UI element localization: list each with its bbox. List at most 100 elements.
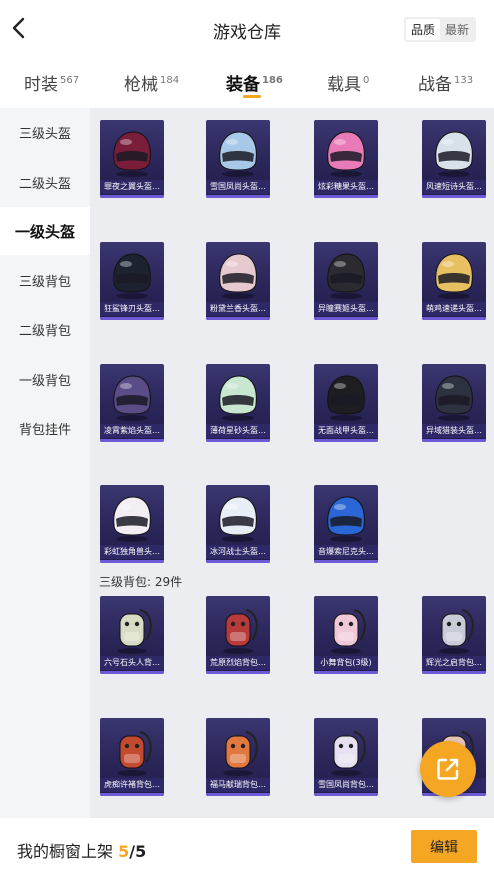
sort-quality-button[interactable]: 品质 bbox=[406, 19, 440, 40]
rarity-bar bbox=[422, 439, 486, 442]
rarity-bar bbox=[314, 560, 378, 563]
item-grid: 三级背包: 29件 罪夜之翼头盔… 雪国凤尚头盔… 炫彩糖果头盔… 风速短诗头盔… 狂鲨… bbox=[90, 108, 494, 818]
item-name: 狂鲨锋刃头盔… bbox=[100, 302, 164, 316]
helmet-item-card[interactable]: 风速短诗头盔… bbox=[422, 120, 486, 198]
tab-label: 枪械 bbox=[124, 75, 158, 95]
item-name: 彩虹独角兽头… bbox=[100, 545, 164, 559]
rarity-bar bbox=[100, 439, 164, 442]
helmet-image bbox=[327, 375, 365, 421]
backpack-item-card[interactable]: 六号石头人背… bbox=[100, 596, 164, 674]
helmet-item-card[interactable]: 无面战甲头盔… bbox=[314, 364, 378, 442]
helmet-item-card[interactable]: 萌鸡速递头盔… bbox=[422, 242, 486, 320]
tab-fashion[interactable]: 时装 567 bbox=[24, 70, 79, 95]
header-bar: 游戏仓库 品质 最新 bbox=[0, 0, 494, 58]
helmet-image bbox=[219, 253, 257, 299]
item-name: 炫彩糖果头盔… bbox=[314, 180, 378, 194]
backpack-item-card[interactable]: 荒原烈焰背包… bbox=[206, 596, 270, 674]
item-name: 薄荷星砂头盔… bbox=[206, 424, 270, 438]
item-name: 异域猎装头盔… bbox=[422, 424, 486, 438]
tab-equipment[interactable]: 装备 186 bbox=[226, 70, 283, 95]
showcase-max-count: 5 bbox=[135, 842, 147, 861]
item-name: 六号石头人背… bbox=[100, 656, 164, 670]
edit-button[interactable]: 编辑 bbox=[411, 830, 477, 863]
sort-newest-button[interactable]: 最新 bbox=[440, 19, 474, 40]
item-name: 福马献瑞背包… bbox=[206, 778, 270, 792]
showcase-status: 我的橱窗上架 5/5 bbox=[17, 838, 146, 862]
sidebar-item-level2-backpack[interactable]: 二级背包 bbox=[0, 305, 90, 353]
sidebar-item-level1-backpack[interactable]: 一级背包 bbox=[0, 355, 90, 403]
helmet-image bbox=[327, 253, 365, 299]
backpack-item-card[interactable]: 虎痴许褚背包… bbox=[100, 718, 164, 796]
rarity-bar bbox=[314, 671, 378, 674]
bottom-bar: 我的橱窗上架 5/5 编辑 bbox=[0, 818, 494, 875]
sidebar-item-backpack-charm[interactable]: 背包挂件 bbox=[0, 404, 90, 452]
helmet-image bbox=[219, 131, 257, 177]
sidebar-item-level3-helmet[interactable]: 三级头盔 bbox=[0, 108, 90, 156]
rarity-bar bbox=[206, 793, 270, 796]
sort-toggle: 品质 最新 bbox=[404, 17, 476, 42]
showcase-current-count: 5 bbox=[118, 842, 130, 861]
backpack-item-card[interactable]: 雪国凤尚背包… bbox=[314, 718, 378, 796]
tab-firearms[interactable]: 枪械 184 bbox=[124, 70, 179, 95]
backpack-image bbox=[223, 731, 258, 776]
item-name: 雪国凤尚头盔… bbox=[206, 180, 270, 194]
item-name: 雪国凤尚背包… bbox=[314, 778, 378, 792]
item-name: 荒原烈焰背包… bbox=[206, 656, 270, 670]
helmet-item-card[interactable]: 罪夜之翼头盔… bbox=[100, 120, 164, 198]
tab-count: 567 bbox=[60, 75, 80, 87]
rarity-bar bbox=[206, 560, 270, 563]
category-tabs: 时装 567 枪械 184 装备 186 载具 0 战备 133 bbox=[0, 60, 494, 106]
rarity-bar bbox=[314, 195, 378, 198]
backpack-item-card[interactable]: 小舞背包(3级) bbox=[314, 596, 378, 674]
helmet-image bbox=[113, 253, 151, 299]
rarity-bar bbox=[206, 439, 270, 442]
helmet-item-card[interactable]: 狂鲨锋刃头盔… bbox=[100, 242, 164, 320]
sidebar-item-level3-backpack[interactable]: 三级背包 bbox=[0, 256, 90, 304]
rarity-bar bbox=[314, 439, 378, 442]
helmet-item-card[interactable]: 粉黛兰香头盔… bbox=[206, 242, 270, 320]
helmet-image bbox=[219, 375, 257, 421]
helmet-item-card[interactable]: 凌霄紫焰头盔… bbox=[100, 364, 164, 442]
sidebar-item-level2-helmet[interactable]: 二级头盔 bbox=[0, 158, 90, 206]
helmet-item-card[interactable]: 冰河战士头盔… bbox=[206, 485, 270, 563]
item-name: 罪夜之翼头盔… bbox=[100, 180, 164, 194]
backpack-image bbox=[439, 609, 474, 654]
helmet-item-card[interactable]: 薄荷星砂头盔… bbox=[206, 364, 270, 442]
helmet-item-card[interactable]: 异瞳赛姬头盔… bbox=[314, 242, 378, 320]
helmet-image bbox=[113, 375, 151, 421]
backpack-image bbox=[223, 609, 258, 654]
rarity-bar bbox=[100, 317, 164, 320]
rarity-bar bbox=[314, 317, 378, 320]
tab-vehicles[interactable]: 载具 0 bbox=[327, 70, 369, 95]
sidebar-item-level1-helmet[interactable]: 一级头盔 bbox=[0, 207, 90, 255]
item-name: 萌鸡速递头盔… bbox=[422, 302, 486, 316]
helmet-item-card[interactable]: 炫彩糖果头盔… bbox=[314, 120, 378, 198]
item-name: 小舞背包(3级) bbox=[314, 656, 378, 670]
item-name: 虎痴许褚背包… bbox=[100, 778, 164, 792]
backpack-image bbox=[117, 731, 152, 776]
helmet-item-card[interactable]: 异域猎装头盔… bbox=[422, 364, 486, 442]
rarity-bar bbox=[206, 195, 270, 198]
backpack-item-card[interactable]: 辉光之启背包… bbox=[422, 596, 486, 674]
helmet-item-card[interactable]: 雪国凤尚头盔… bbox=[206, 120, 270, 198]
rarity-bar bbox=[422, 671, 486, 674]
tab-supplies[interactable]: 战备 133 bbox=[418, 70, 473, 95]
helmet-image bbox=[327, 496, 365, 542]
backpack-image bbox=[331, 731, 366, 776]
item-name: 异瞳赛姬头盔… bbox=[314, 302, 378, 316]
helmet-item-card[interactable]: 彩虹独角兽头… bbox=[100, 485, 164, 563]
item-name: 辉光之启背包… bbox=[422, 656, 486, 670]
helmet-item-card[interactable]: 音爆索尼克头… bbox=[314, 485, 378, 563]
helmet-image bbox=[327, 131, 365, 177]
tab-label: 载具 bbox=[327, 75, 361, 95]
share-fab-button[interactable] bbox=[420, 741, 476, 797]
rarity-bar bbox=[100, 671, 164, 674]
tab-count: 186 bbox=[262, 75, 283, 87]
rarity-bar bbox=[100, 560, 164, 563]
tab-label: 时装 bbox=[24, 75, 58, 95]
backpack-item-card[interactable]: 福马献瑞背包… bbox=[206, 718, 270, 796]
rarity-bar bbox=[422, 317, 486, 320]
item-name: 无面战甲头盔… bbox=[314, 424, 378, 438]
rarity-bar bbox=[100, 195, 164, 198]
item-name: 粉黛兰香头盔… bbox=[206, 302, 270, 316]
